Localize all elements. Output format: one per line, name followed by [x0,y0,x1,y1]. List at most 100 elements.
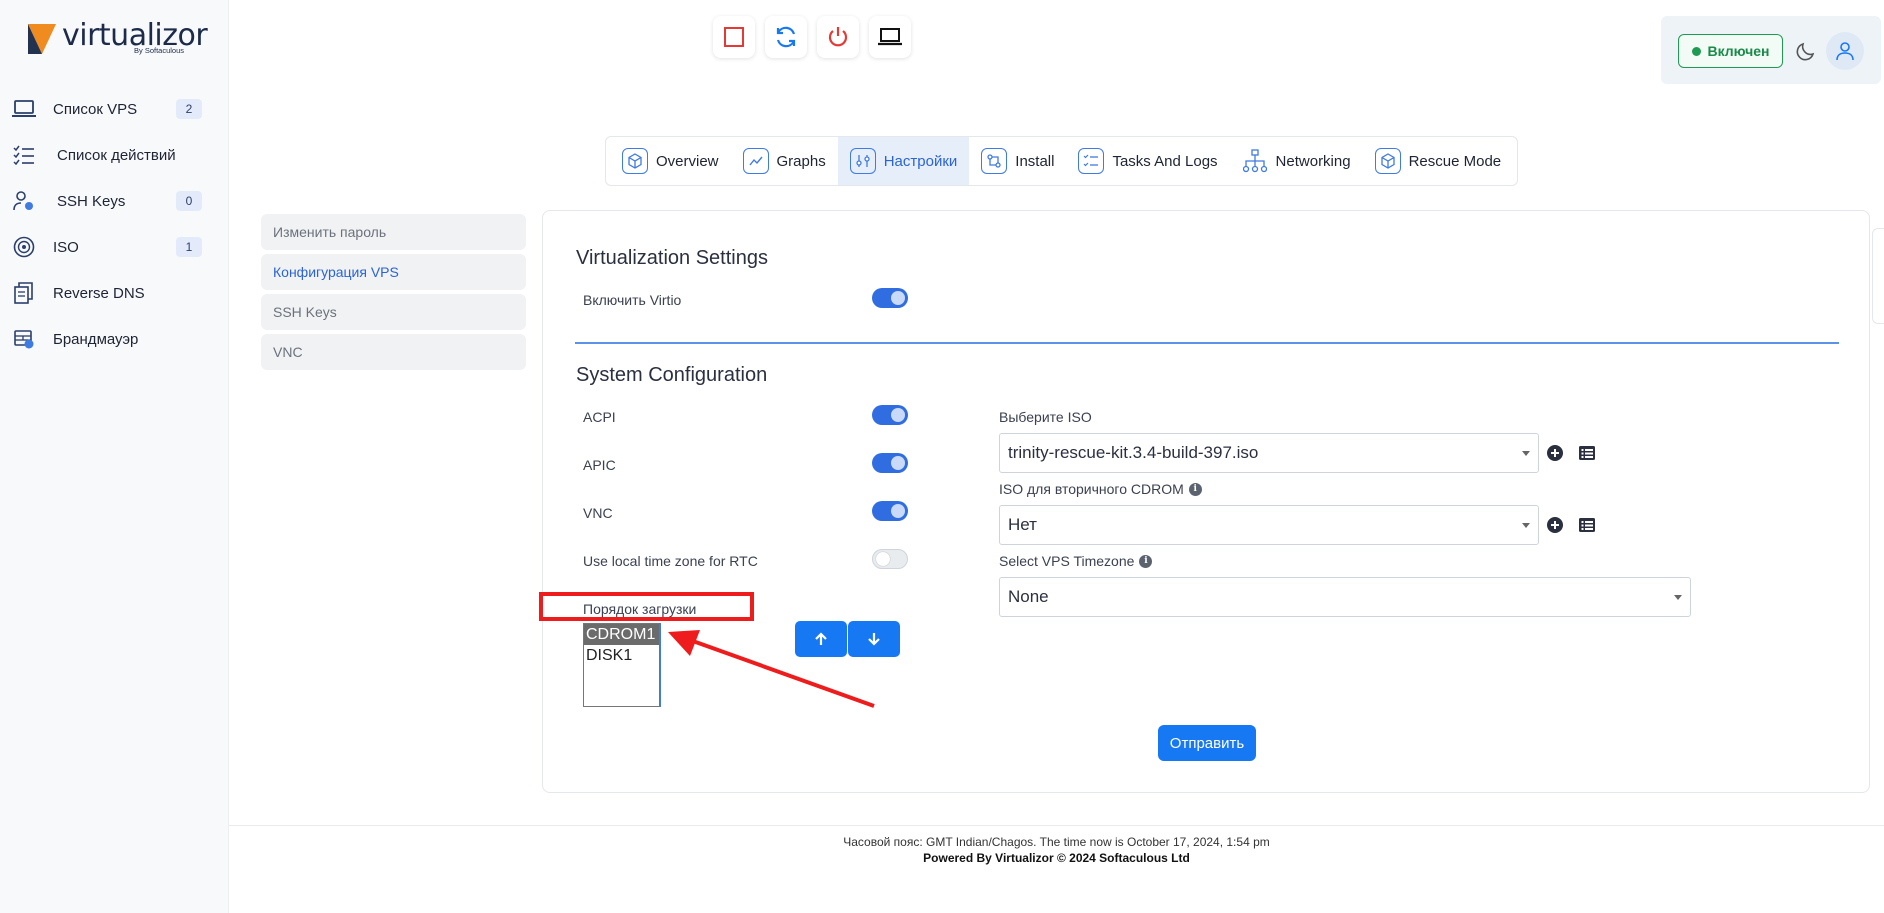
iso-select-label-text: Выберите ISO [999,409,1092,425]
restart-button[interactable] [765,16,807,58]
tab-label: Graphs [776,152,826,170]
brand-sub: By Softaculous [134,46,185,55]
timezone-select[interactable]: None [999,577,1691,617]
tab-networking[interactable]: Networking [1230,137,1363,185]
vnc-toggle[interactable] [872,501,908,521]
boot-order-option[interactable]: DISK1 [584,645,659,666]
sidebar-item-label: Reverse DNS [53,284,145,302]
apic-toggle[interactable] [872,453,908,473]
acpi-toggle[interactable] [872,405,908,425]
status-dot-icon [1691,46,1701,56]
footer-copyright: Powered By Virtualizor © 2024 Softaculou… [923,851,1190,865]
sidebar-item-vps-list[interactable]: Список VPS 2 [0,86,229,132]
stop-icon [724,27,744,47]
tab-tasks-and-logs[interactable]: Tasks And Logs [1066,137,1229,185]
moon-icon[interactable] [1794,39,1818,63]
chevron-down-icon [1522,451,1530,456]
sliders-icon [849,148,876,174]
tab-rescue-mode[interactable]: Rescue Mode [1363,137,1514,185]
vnc-label: VNC [583,505,613,521]
settings-submenu: Изменить пароль Конфигурация VPS SSH Key… [261,214,526,374]
tab-settings[interactable]: Настройки [837,137,970,185]
submenu-change-password[interactable]: Изменить пароль [261,214,526,250]
sidebar-item-ssh-keys[interactable]: SSH Keys 0 [0,178,229,224]
tab-label: Networking [1275,152,1351,170]
secondary-iso-list-icon[interactable] [1578,516,1596,534]
tab-overview[interactable]: Overview [610,137,731,185]
virtio-toggle[interactable] [872,288,908,308]
sidebar-item-label: Брандмауэр [53,330,139,348]
iso-list-icon[interactable] [1578,444,1596,462]
info-icon[interactable]: i [1139,554,1153,568]
virtio-label: Включить Virtio [583,292,682,308]
add-secondary-iso-icon[interactable] [1546,516,1564,534]
sidebar-item-actions[interactable]: Список действий [0,132,229,178]
header-status-panel: Включен [1661,16,1881,84]
submenu-vps-config[interactable]: Конфигурация VPS [261,254,526,290]
console-icon [878,28,902,46]
rtc-local-time-toggle[interactable] [872,549,908,569]
firewall-icon [12,327,36,351]
add-iso-icon[interactable] [1546,444,1564,462]
stop-button[interactable] [713,16,755,58]
footer-timezone: Часовой пояс: GMT Indian/Chagos. The tim… [843,835,1270,849]
timezone-label: Select VPS Timezone i [999,553,1153,569]
graph-icon [742,148,769,174]
console-button[interactable] [869,16,911,58]
side-panel-handle[interactable] [1872,228,1884,324]
tab-install[interactable]: Install [969,137,1066,185]
iso-count-badge: 1 [176,237,202,257]
rtc-local-time-label: Use local time zone for RTC [583,553,758,569]
submenu-vnc[interactable]: VNC [261,334,526,370]
annotation-highlight-box [539,592,754,621]
virtualizor-logo[interactable]: virtualizor By Softaculous [28,18,208,58]
iso-select[interactable]: trinity-rescue-kit.3.4-build-397.iso [999,433,1539,473]
logo-mark-icon [28,24,56,54]
info-icon[interactable]: i [1188,482,1202,496]
power-icon [828,27,848,47]
vps-count-badge: 2 [176,99,202,119]
disc-icon [12,235,36,259]
annotation-arrow-icon [668,630,875,708]
status-badge: Включен [1678,34,1783,68]
sidebar-item-label: SSH Keys [57,192,126,210]
user-menu-button[interactable] [1826,32,1864,70]
secondary-iso-value: Нет [1008,515,1037,534]
sidebar-item-label: ISO [53,238,79,256]
secondary-iso-label-text: ISO для вторичного CDROM [999,481,1184,497]
tab-label: Rescue Mode [1408,152,1502,170]
sidebar-nav: Список VPS 2 Список действий SSH Keys 0 … [0,86,229,362]
secondary-iso-select[interactable]: Нет [999,505,1539,545]
sidebar-item-reverse-dns[interactable]: Reverse DNS [0,270,229,316]
restart-icon [776,26,796,48]
sidebar-item-firewall[interactable]: Брандмауэр [0,316,229,362]
tab-label: Настройки [883,152,958,170]
laptop-icon [12,97,36,121]
tab-label: Install [1015,152,1055,170]
tab-label: Overview [656,152,719,170]
boot-order-option[interactable]: CDROM1 [584,624,659,645]
virtualization-settings-title: Virtualization Settings [576,247,768,269]
submenu-ssh-keys[interactable]: SSH Keys [261,294,526,330]
chevron-down-icon [1522,523,1530,528]
submit-button[interactable]: Отправить [1158,725,1256,761]
cube-icon [622,148,648,174]
user-key-icon [12,189,36,213]
sidebar-item-iso[interactable]: ISO 1 [0,224,229,270]
user-icon [1836,42,1854,61]
system-configuration-title: System Configuration [576,364,768,386]
section-divider [575,342,1839,344]
chevron-down-icon [1674,595,1682,600]
boot-order-listbox[interactable]: CDROM1 DISK1 [583,623,661,707]
footer-divider [229,825,1884,826]
tab-graphs[interactable]: Graphs [731,137,838,185]
install-icon [981,148,1008,174]
power-button[interactable] [817,16,859,58]
sidebar-item-label: Список действий [57,146,176,164]
checklist-icon [12,143,36,167]
vps-power-toolbar [713,16,911,58]
sidebar-item-label: Список VPS [53,100,138,118]
document-stack-icon [12,281,36,305]
timezone-value: None [1008,587,1049,606]
iso-select-label: Выберите ISO [999,409,1092,425]
